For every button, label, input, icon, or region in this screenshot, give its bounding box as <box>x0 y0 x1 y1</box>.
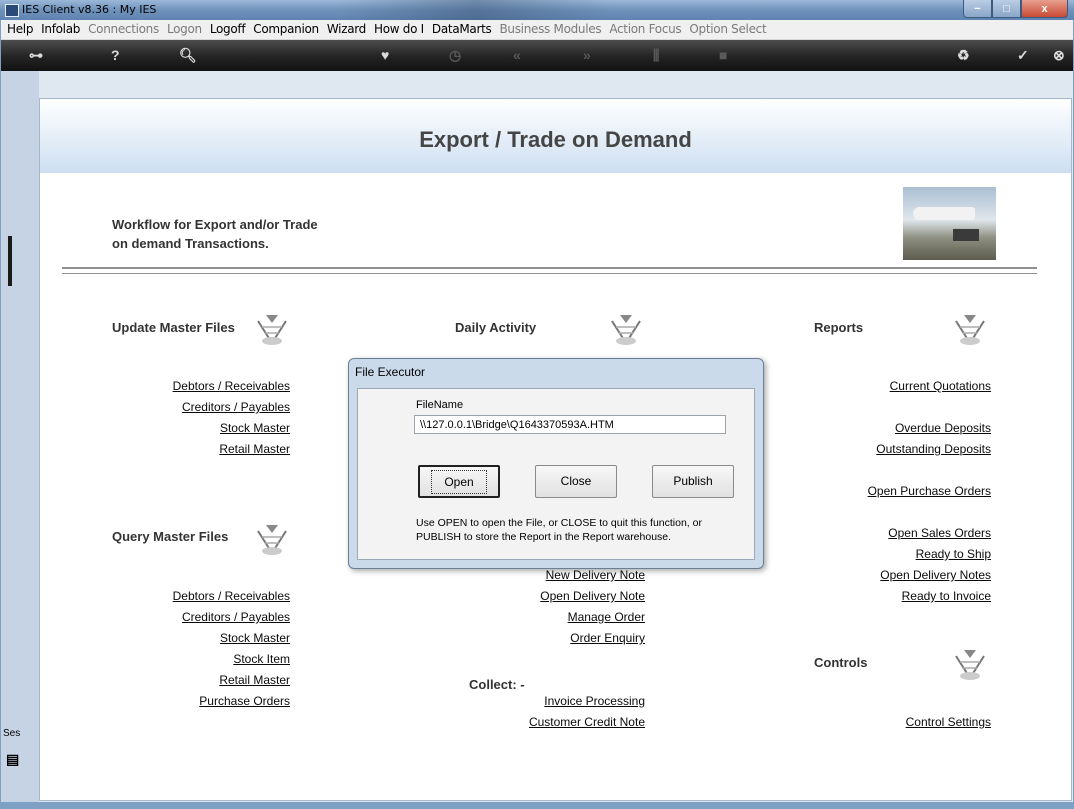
menu-item-infolab[interactable]: Infolab <box>41 20 87 38</box>
help-line-2: PUBLISH to store the Report in the Repor… <box>416 531 672 543</box>
minimize-button[interactable]: − <box>963 0 992 18</box>
link-open-delivery-note[interactable]: Open Delivery Note <box>540 589 645 603</box>
link-creditors-payables[interactable]: Creditors / Payables <box>182 610 290 624</box>
daily-activity-heading: Daily Activity <box>455 320 537 335</box>
menu-item-how-do-i[interactable]: How do I <box>374 20 431 38</box>
help-line-1: Use OPEN to open the File, or CLOSE to q… <box>416 517 702 529</box>
check-icon[interactable]: ✓ <box>1017 47 1029 63</box>
menu-item-logon: Logon <box>166 22 202 36</box>
window-bottom-edge <box>0 802 1074 809</box>
menu-item-wizard[interactable]: Wizard <box>327 20 373 38</box>
reports-heading: Reports <box>814 320 864 335</box>
menu-item-option-select: Option Select <box>689 22 767 36</box>
link-current-quotations[interactable]: Current Quotations <box>890 379 991 393</box>
link-retail-master[interactable]: Retail Master <box>219 442 290 456</box>
dialog-title[interactable]: File Executor <box>355 365 425 379</box>
tools-icon[interactable]: ⫼ <box>653 47 659 63</box>
intro-line-2: on demand Transactions. <box>112 236 269 251</box>
menu-item-action-focus: Action Focus <box>609 22 682 36</box>
query-master-heading: Query Master Files <box>112 529 229 544</box>
dialog-body: FileName \\127.0.0.1\Bridge\Q1643370593A… <box>357 388 755 560</box>
update-master-heading: Update Master Files <box>112 320 235 335</box>
link-control-settings[interactable]: Control Settings <box>906 715 991 729</box>
help-icon[interactable]: ? <box>111 47 120 63</box>
link-debtors-receivables[interactable]: Debtors / Receivables <box>173 589 290 603</box>
link-overdue-deposits[interactable]: Overdue Deposits <box>895 421 991 435</box>
window-controls: − □ x <box>963 0 1068 18</box>
basket-icon <box>955 315 985 345</box>
link-ready-to-invoice[interactable]: Ready to Invoice <box>902 589 991 603</box>
link-open-delivery-notes[interactable]: Open Delivery Notes <box>880 568 991 582</box>
link-stock-master[interactable]: Stock Master <box>220 421 290 435</box>
back-icon[interactable]: « <box>513 47 521 63</box>
heart-icon[interactable]: ♥ <box>381 47 389 63</box>
link-open-sales-orders[interactable]: Open Sales Orders <box>888 526 991 540</box>
link-open-purchase-orders[interactable]: Open Purchase Orders <box>868 484 991 498</box>
link-order-enquiry[interactable]: Order Enquiry <box>570 631 645 645</box>
cart-shape <box>953 229 979 241</box>
link-customer-credit-note[interactable]: Customer Credit Note <box>529 715 645 729</box>
close-icon[interactable]: ⊗ <box>1053 47 1065 63</box>
title-glow <box>340 0 610 20</box>
menu-item-companion[interactable]: Companion <box>253 20 326 38</box>
recycle-icon[interactable]: ♻ <box>957 47 970 63</box>
session-icon[interactable]: ▤ <box>6 751 19 768</box>
menu-item-connections: Connections <box>88 22 159 36</box>
key-icon[interactable]: ⊶ <box>29 47 43 63</box>
link-stock-item[interactable]: Stock Item <box>233 652 290 666</box>
menu-list: Help Infolab Connections Logon Logoff Compani… <box>1 20 1073 38</box>
clock-icon[interactable]: ◷ <box>449 47 461 63</box>
plane-shape <box>913 207 975 220</box>
link-retail-master[interactable]: Retail Master <box>219 673 290 687</box>
link-new-delivery-note[interactable]: New Delivery Note <box>546 568 645 582</box>
link-outstanding-deposits[interactable]: Outstanding Deposits <box>876 442 991 456</box>
link-ready-to-ship[interactable]: Ready to Ship <box>916 547 991 561</box>
page-title: Export / Trade on Demand <box>419 127 692 152</box>
basket-icon <box>257 315 287 345</box>
app-icon <box>5 4 19 17</box>
link-stock-master[interactable]: Stock Master <box>220 631 290 645</box>
title-bar[interactable]: IES Client v8.36 : My IES − □ x <box>0 0 1074 20</box>
collect-heading: Collect: - <box>469 677 525 692</box>
publish-button[interactable]: Publish <box>652 465 734 498</box>
menu-item-business-modules: Business Modules <box>499 22 602 36</box>
link-manage-order[interactable]: Manage Order <box>568 610 645 624</box>
link-debtors-receivables[interactable]: Debtors / Receivables <box>173 379 290 393</box>
intro-line-1: Workflow for Export and/or Trade <box>112 217 318 232</box>
window-title: IES Client v8.36 : My IES <box>22 3 157 16</box>
open-button-label: Open <box>431 470 487 494</box>
link-purchase-orders[interactable]: Purchase Orders <box>199 694 290 708</box>
toolbar: ⊶? 🔍︎ ♥ ◷ « » ⫼ ■ ♻ ✓ ⊗ <box>1 40 1073 71</box>
search-icon[interactable]: 🔍︎ <box>179 47 197 63</box>
maximize-button[interactable]: □ <box>992 0 1021 18</box>
menu-item-datamarts[interactable]: DataMarts <box>432 20 499 38</box>
page-header: Export / Trade on Demand <box>40 99 1071 173</box>
airplane-image <box>903 187 996 260</box>
filename-input[interactable]: \\127.0.0.1\Bridge\Q1643370593A.HTM <box>414 415 726 434</box>
open-button[interactable]: Open <box>418 465 500 498</box>
filename-label: FileName <box>416 399 464 411</box>
app-window: IES Client v8.36 : My IES − □ x Help Info… <box>0 0 1074 809</box>
menu-bar: Help Infolab Connections Logon Logoff Compani… <box>1 20 1073 40</box>
left-strip: Ses ▤ <box>1 71 39 802</box>
splitter-handle[interactable] <box>8 236 12 286</box>
dialog-help-text: Use OPEN to open the File, or CLOSE to q… <box>416 516 702 544</box>
link-invoice-processing[interactable]: Invoice Processing <box>544 694 645 708</box>
session-label: Ses <box>3 728 21 739</box>
link-creditors-payables[interactable]: Creditors / Payables <box>182 400 290 414</box>
close-window-button[interactable]: x <box>1021 0 1068 18</box>
menu-item-logoff[interactable]: Logoff <box>210 20 252 38</box>
stop-icon[interactable]: ■ <box>719 47 727 63</box>
controls-heading: Controls <box>814 655 868 670</box>
file-executor-dialog: File Executor FileName \\127.0.0.1\Bridg… <box>348 358 764 569</box>
close-button[interactable]: Close <box>535 465 617 498</box>
menu-item-help[interactable]: Help <box>7 20 40 38</box>
basket-icon <box>611 315 641 345</box>
basket-icon <box>955 650 985 680</box>
forward-icon[interactable]: » <box>583 47 591 63</box>
basket-icon <box>257 525 287 555</box>
intro-text: Workflow for Export and/or Trade on dema… <box>112 215 372 253</box>
divider <box>62 267 1037 274</box>
